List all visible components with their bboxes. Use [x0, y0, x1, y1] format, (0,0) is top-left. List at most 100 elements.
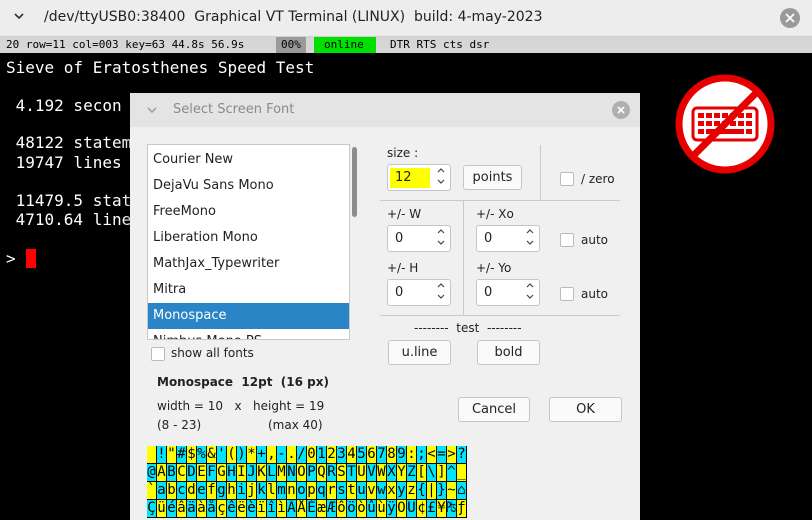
spin-up-icon[interactable]	[437, 167, 445, 173]
cancel-button[interactable]: Cancel	[458, 397, 530, 422]
char-cell: 4	[347, 446, 357, 464]
char-cell: O	[297, 464, 307, 482]
char-cell: $	[187, 446, 197, 464]
font-list[interactable]: Courier New DejaVu Sans Mono FreeMono Li…	[147, 144, 350, 340]
char-cell: k	[257, 482, 267, 500]
h-value: 0	[395, 285, 404, 300]
underline-button[interactable]: u.line	[388, 340, 451, 365]
char-cell: F	[207, 464, 217, 482]
spin-down-icon[interactable]	[437, 294, 445, 300]
dialog-header: Select Screen Font	[130, 93, 640, 127]
window-close-button[interactable]	[780, 8, 800, 28]
char-cell: 1	[317, 446, 327, 464]
xo-spinbox[interactable]: 0	[476, 225, 540, 252]
char-cell: =	[437, 446, 447, 464]
yo-label: +/- Yo	[476, 261, 512, 275]
spin-down-icon[interactable]	[437, 240, 445, 246]
width-range: (8 - 23)	[157, 418, 202, 432]
w-spinbox[interactable]: 0	[387, 225, 451, 252]
terminal-line: 11479.5 stat	[6, 191, 132, 210]
char-cell: ¢	[417, 500, 427, 518]
char-cell: c	[177, 482, 187, 500]
char-row: Çü é â ä à å ç ê ë è ï î ì Ä Å Éæ Æô ö ò û ù ÿ Ö Ü ¢ £ ¥ ₧ ƒ	[147, 500, 467, 518]
zero-checkbox[interactable]	[560, 172, 574, 186]
font-list-item[interactable]: Liberation Mono	[148, 225, 349, 251]
char-cell: X	[387, 464, 397, 482]
char-cell: >	[447, 446, 457, 464]
xo-auto-checkbox[interactable]	[560, 233, 574, 247]
window-menu-chevron-icon[interactable]	[14, 11, 24, 21]
char-cell: M	[277, 464, 287, 482]
font-list-item[interactable]: MathJax_Typewriter	[148, 251, 349, 277]
char-cell: Q	[317, 464, 327, 482]
status-info: 20 row=11 col=003 key=63 44.8s 56.9s	[6, 38, 245, 51]
char-cell: %	[197, 446, 207, 464]
font-list-item[interactable]: Courier New	[148, 147, 349, 173]
scrollbar-thumb[interactable]	[352, 147, 357, 217]
char-cell: 0	[307, 446, 317, 464]
char-cell: .	[287, 446, 297, 464]
char-cell: å	[207, 500, 217, 518]
char-cell: Ö	[397, 500, 407, 518]
char-cell: A	[157, 464, 167, 482]
spin-up-icon[interactable]	[526, 282, 534, 288]
char-cell: ,	[267, 446, 277, 464]
char-cell: y	[397, 482, 407, 500]
chevron-down-icon[interactable]	[147, 106, 157, 114]
xo-label: +/- Xo	[476, 207, 514, 221]
char-cell: è	[247, 500, 257, 518]
height-range: (max 40)	[268, 418, 323, 432]
spin-up-icon[interactable]	[437, 282, 445, 288]
points-button[interactable]: points	[463, 165, 522, 190]
spin-up-icon[interactable]	[526, 228, 534, 234]
h-label: +/- H	[387, 261, 419, 275]
char-cell: R	[327, 464, 337, 482]
spin-down-icon[interactable]	[437, 179, 445, 185]
spin-down-icon[interactable]	[526, 294, 534, 300]
show-all-fonts-checkbox[interactable]	[151, 347, 165, 361]
status-online-badge: online	[314, 37, 376, 53]
h-spinbox[interactable]: 0	[387, 279, 451, 306]
char-cell: N	[287, 464, 297, 482]
terminal-line: 19747 lines	[6, 153, 122, 172]
ok-button[interactable]: OK	[549, 397, 622, 422]
font-list-item-selected[interactable]: Monospace	[148, 303, 349, 329]
char-cell: "	[167, 446, 177, 464]
yo-spinbox[interactable]: 0	[476, 279, 540, 306]
char-cell: ?	[457, 446, 467, 464]
char-cell: 2	[327, 446, 337, 464]
char-cell: ÿ	[387, 500, 397, 518]
char-cell: f	[207, 482, 217, 500]
font-list-item[interactable]: DejaVu Sans Mono	[148, 173, 349, 199]
char-cell: 7	[377, 446, 387, 464]
char-cell: æ	[317, 500, 327, 518]
char-cell: 9	[397, 446, 407, 464]
char-cell: ç	[217, 500, 227, 518]
bold-button[interactable]: bold	[477, 340, 540, 365]
char-cell: ë	[237, 500, 247, 518]
char-cell: î	[267, 500, 277, 518]
spin-down-icon[interactable]	[526, 240, 534, 246]
size-spinbox[interactable]: 12	[387, 164, 451, 191]
spin-up-icon[interactable]	[437, 228, 445, 234]
font-list-item[interactable]: FreeMono	[148, 199, 349, 225]
font-list-item[interactable]: Nimbus Mono PS	[148, 329, 349, 339]
char-cell: ä	[187, 500, 197, 518]
terminal-line: 48122 statem	[6, 133, 132, 152]
yo-auto-checkbox[interactable]	[560, 287, 574, 301]
char-cell: <	[427, 446, 437, 464]
w-label: +/- W	[387, 207, 422, 221]
char-cell: Z	[407, 464, 417, 482]
status-percent: 00%	[276, 37, 306, 53]
dialog-close-button[interactable]	[612, 101, 630, 119]
char-cell: Ç	[147, 500, 157, 518]
terminal-line: Sieve of Eratosthenes Speed Test	[6, 58, 315, 77]
char-cell: ^	[447, 464, 457, 482]
char-cell: Y	[397, 464, 407, 482]
divider	[540, 145, 541, 201]
font-list-item[interactable]: Mitra	[148, 277, 349, 303]
font-size-info: width = 10 x height = 19	[157, 399, 325, 413]
font-list-scrollbar[interactable]	[352, 145, 358, 339]
char-cell: Å	[297, 500, 307, 518]
char-cell: K	[257, 464, 267, 482]
